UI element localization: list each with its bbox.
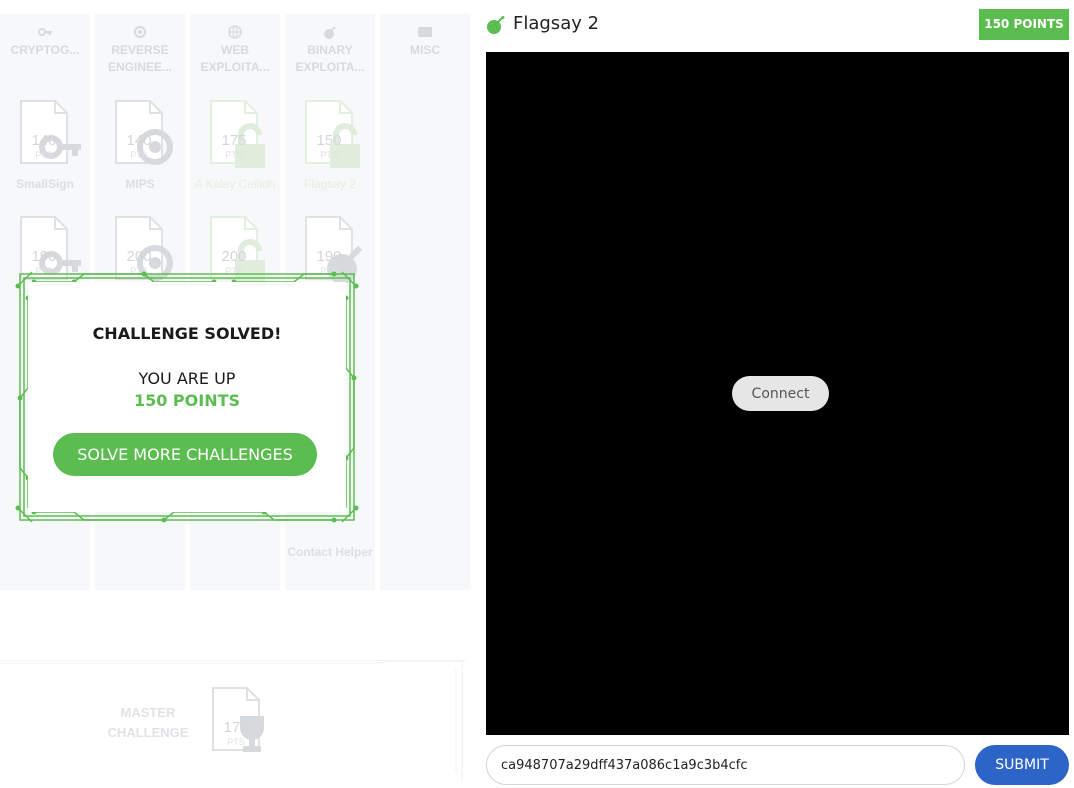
points-unit: PTS — [227, 737, 245, 747]
category-header-misc[interactable]: MISC — [380, 14, 470, 84]
points-value: 175 — [221, 132, 247, 149]
points-badge: 150 POINTS — [979, 9, 1069, 40]
points-value: 140 — [31, 132, 57, 149]
solved-title: CHALLENGE SOLVED! — [92, 324, 282, 343]
points-unit: PTS — [320, 150, 338, 160]
points-value: 200 — [126, 248, 152, 265]
points-value: 200 — [221, 248, 247, 265]
points-value: 150 — [316, 132, 342, 149]
gear-icon — [134, 26, 146, 38]
points-value: 190 — [316, 248, 342, 265]
challenge-panel: Flagsay 2 150 POINTS Connect SUBMIT — [486, 0, 1070, 788]
points-unit: PTS — [225, 150, 243, 160]
submit-button[interactable]: SUBMIT — [975, 745, 1069, 785]
bomb-icon — [487, 16, 505, 34]
globe-icon — [228, 25, 242, 39]
category-label: MISC — [410, 43, 440, 57]
flag-input[interactable] — [486, 745, 965, 785]
challenge-solved-modal: CHALLENGE SOLVED! YOU ARE UP 150 POINTS … — [14, 268, 360, 526]
challenge-title: Flagsay 2 — [513, 13, 600, 34]
category-header-reverse[interactable]: REVERSE ENGINEE... — [95, 14, 185, 84]
category-header-web[interactable]: WEB EXPLOITA... — [190, 14, 280, 84]
bomb-icon — [324, 26, 336, 39]
points-unit: PTS — [130, 150, 148, 160]
challenge-name: MIPS — [125, 177, 155, 191]
master-challenge[interactable]: MASTER CHALLENGE 175 PTS — [0, 660, 466, 781]
app-root: CRYPTOG... 140 PTS SmallSign 190 PTS REV… — [0, 0, 1074, 788]
challenge-name: SmallSign — [15, 177, 74, 191]
solve-more-challenges-button[interactable]: SOLVE MORE CHALLENGES — [53, 433, 317, 476]
points-value: 175 — [223, 719, 249, 736]
points-gained-value: 150 POINTS — [133, 391, 241, 410]
category-header-crypto[interactable]: CRYPTOG... — [0, 14, 90, 84]
points-unit: PTS — [35, 150, 53, 160]
category-column-misc: MISC — [380, 14, 470, 590]
master-challenge-label: MASTER CHALLENGE — [107, 705, 189, 740]
terminal-window[interactable]: Connect — [486, 52, 1069, 735]
challenge-doc: 140 PTS — [20, 100, 81, 164]
category-label: WEB EXPLOITA... — [200, 43, 270, 74]
points-value: 140 — [126, 132, 152, 149]
category-header-binary[interactable]: BINARY EXPLOITA... — [285, 14, 375, 84]
challenge-doc: 175 PTS — [210, 100, 265, 168]
contact-helper-link[interactable]: Contact Helper — [285, 544, 375, 561]
connect-button[interactable]: Connect — [732, 376, 829, 411]
key-icon — [38, 28, 52, 36]
challenge-doc: 150 PTS — [305, 100, 360, 168]
challenge-name: Flagsay 2 — [303, 177, 357, 191]
category-label: BINARY EXPLOITA... — [295, 43, 365, 74]
challenge-name: A Kaley Ceilidh — [194, 177, 276, 191]
points-gained-label: YOU ARE UP — [138, 369, 236, 388]
challenge-doc: 140 PTS — [115, 100, 173, 165]
category-label: REVERSE ENGINEE... — [107, 43, 172, 74]
misc-icon — [418, 27, 432, 37]
points-value: 190 — [31, 248, 57, 265]
category-label: CRYPTOG... — [10, 43, 80, 57]
master-challenge-doc: 175 PTS — [212, 687, 264, 752]
